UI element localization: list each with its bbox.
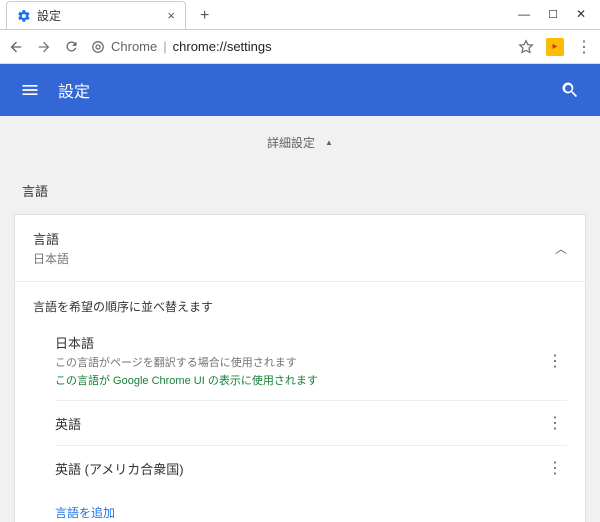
settings-content: 詳細設定 ▲ 言語 言語 日本語 ︿ 言語を希望の順序に並べ替えます 日本語 こ… <box>0 116 600 522</box>
browser-toolbar: Chrome | chrome://settings ⋮ <box>0 30 600 64</box>
reload-button[interactable] <box>64 39 79 54</box>
hamburger-menu-icon[interactable] <box>20 80 40 100</box>
advanced-section-toggle[interactable]: 詳細設定 ▲ <box>0 116 600 181</box>
browser-menu-button[interactable]: ⋮ <box>576 37 592 57</box>
new-tab-button[interactable]: + <box>194 7 215 25</box>
language-name: 日本語 <box>55 333 533 352</box>
forward-button[interactable] <box>36 39 52 55</box>
address-label: Chrome <box>111 39 157 54</box>
language-item-english: 英語 ⋮ <box>55 401 567 446</box>
bookmark-star-icon[interactable] <box>518 39 534 55</box>
language-card-title: 言語 <box>33 229 555 248</box>
language-ui-desc: この言語が Google Chrome UI の表示に使用されます <box>55 372 533 388</box>
language-name: 英語 <box>55 414 533 433</box>
address-separator: | <box>163 39 166 54</box>
maximize-button[interactable]: ☐ <box>548 8 558 21</box>
chevron-up-icon: ▲ <box>325 138 333 147</box>
reorder-hint: 言語を希望の順序に並べ替えます <box>15 282 585 321</box>
settings-header: 設定 <box>0 64 600 116</box>
more-options-icon[interactable]: ⋮ <box>543 413 567 433</box>
settings-title: 設定 <box>58 78 560 102</box>
address-url: chrome://settings <box>173 39 272 54</box>
add-language-link[interactable]: 言語を追加 <box>15 490 585 522</box>
close-window-button[interactable]: ✕ <box>576 7 586 21</box>
settings-search-icon[interactable] <box>560 80 580 100</box>
language-item-english-us: 英語 (アメリカ合衆国) ⋮ <box>55 446 567 490</box>
chrome-icon <box>91 40 105 54</box>
language-name: 英語 (アメリカ合衆国) <box>55 459 533 478</box>
language-card: 言語 日本語 ︿ 言語を希望の順序に並べ替えます 日本語 この言語がページを翻訳… <box>14 214 586 522</box>
more-options-icon[interactable]: ⋮ <box>543 458 567 478</box>
back-button[interactable] <box>8 39 24 55</box>
address-bar[interactable]: Chrome | chrome://settings <box>91 39 506 54</box>
gear-icon <box>17 9 31 23</box>
language-desc: この言語がページを翻訳する場合に使用されます <box>55 354 533 370</box>
language-card-current: 日本語 <box>33 250 555 267</box>
tab-title: 設定 <box>37 7 161 24</box>
section-label-language: 言語 <box>0 181 600 214</box>
browser-tab-settings[interactable]: 設定 × <box>6 1 186 29</box>
advanced-label: 詳細設定 <box>267 134 315 151</box>
chevron-up-icon: ︿ <box>555 240 567 257</box>
extension-icon[interactable] <box>546 38 564 56</box>
language-item-japanese: 日本語 この言語がページを翻訳する場合に使用されます この言語が Google … <box>55 321 567 401</box>
tab-strip: 設定 × + <box>0 0 600 30</box>
more-options-icon[interactable]: ⋮ <box>543 351 567 371</box>
language-card-header[interactable]: 言語 日本語 ︿ <box>15 215 585 282</box>
minimize-button[interactable]: — <box>518 7 530 21</box>
close-tab-icon[interactable]: × <box>167 8 175 23</box>
language-list: 日本語 この言語がページを翻訳する場合に使用されます この言語が Google … <box>15 321 585 490</box>
